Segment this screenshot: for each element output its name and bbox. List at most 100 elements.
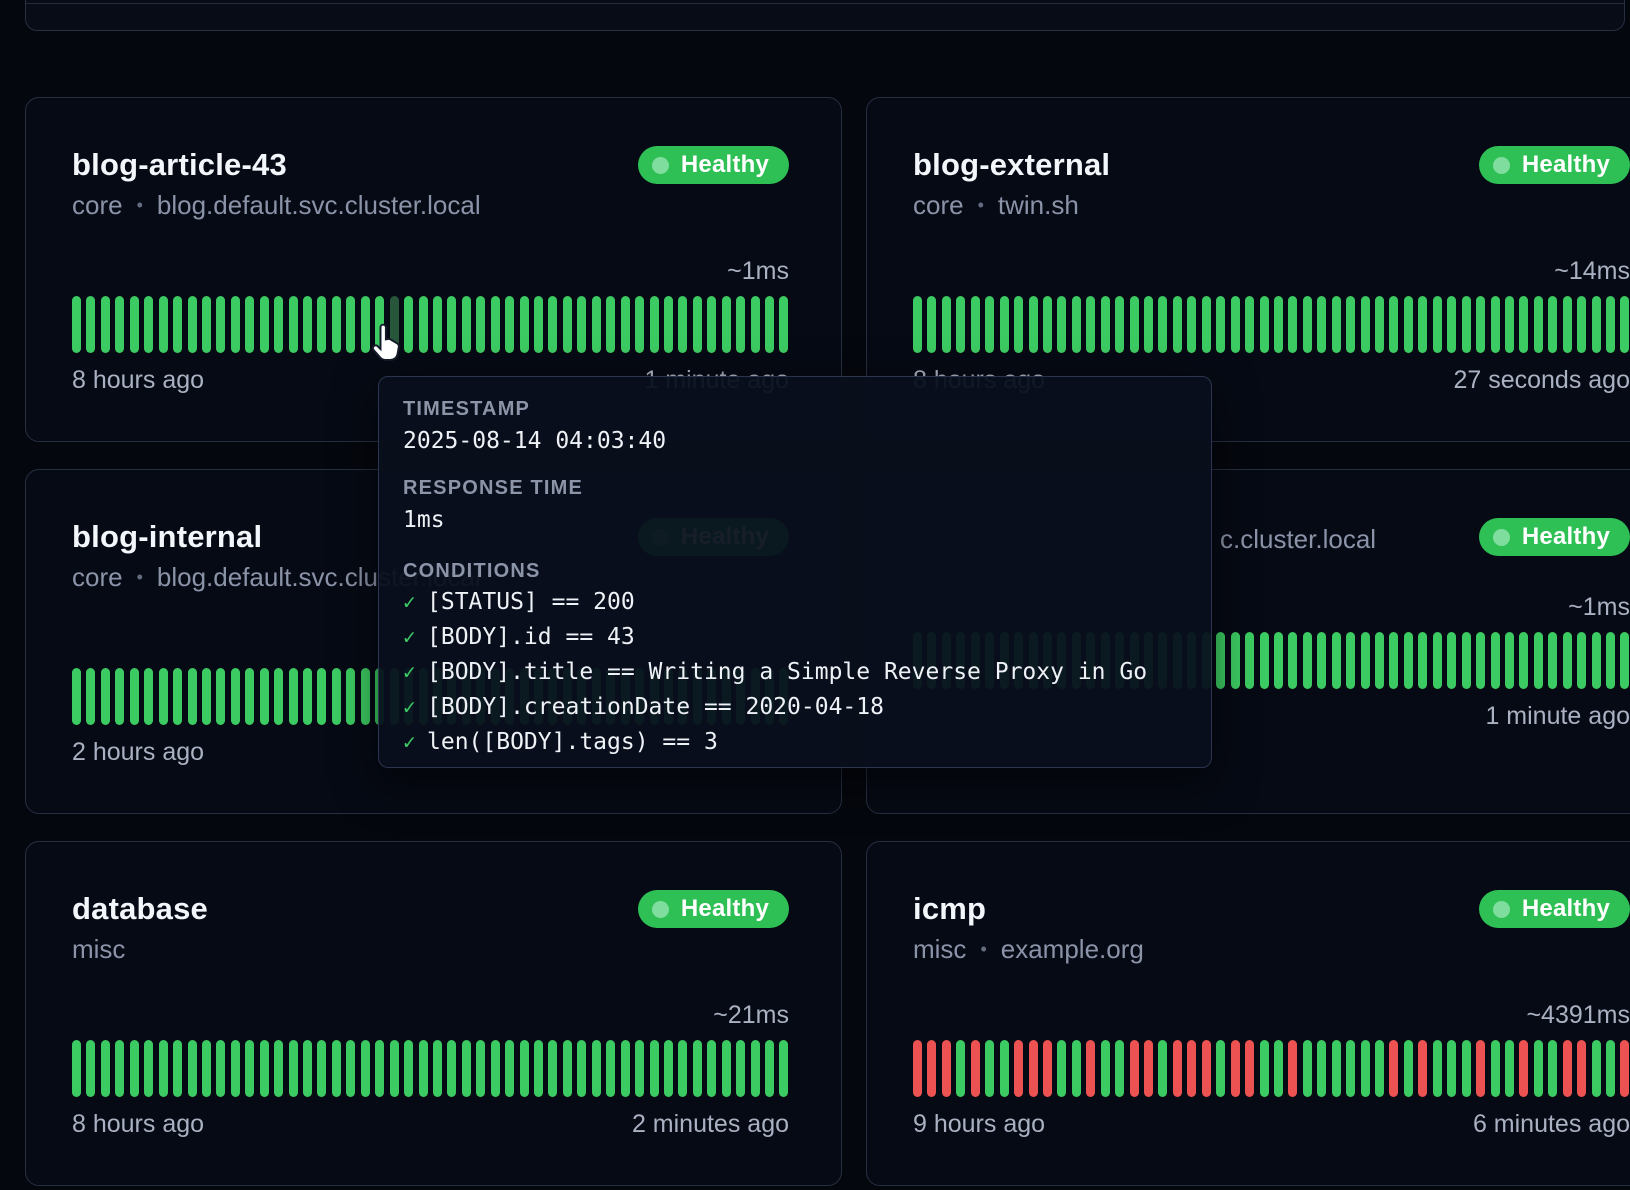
status-bar-down[interactable] (1187, 1040, 1196, 1097)
status-bar-up[interactable] (985, 296, 994, 353)
status-bar-up[interactable] (1389, 632, 1398, 689)
status-bar-up[interactable] (1592, 296, 1601, 353)
status-bar-up[interactable] (1317, 1040, 1326, 1097)
status-bar-down[interactable] (1043, 1040, 1052, 1097)
status-bar-up[interactable] (1389, 296, 1398, 353)
status-bar-up[interactable] (115, 1040, 124, 1097)
status-bar-up[interactable] (216, 1040, 225, 1097)
status-bar-up[interactable] (1361, 632, 1370, 689)
status-bar-up[interactable] (173, 1040, 182, 1097)
status-bar-up[interactable] (1505, 632, 1514, 689)
status-bar-up[interactable] (317, 1040, 326, 1097)
status-bar-up[interactable] (476, 1040, 485, 1097)
status-bar-up[interactable] (332, 1040, 341, 1097)
status-bar-up[interactable] (678, 1040, 687, 1097)
status-bar-up[interactable] (765, 1040, 774, 1097)
status-bar-up[interactable] (375, 1040, 384, 1097)
status-bar-up[interactable] (1534, 296, 1543, 353)
status-bar-up[interactable] (1491, 296, 1500, 353)
status-bar-up[interactable] (86, 668, 95, 725)
status-bar-down[interactable] (942, 1040, 951, 1097)
status-bar-up[interactable] (1375, 1040, 1384, 1097)
status-bar-up[interactable] (1462, 1040, 1471, 1097)
status-bar-up[interactable] (1303, 296, 1312, 353)
status-bar-up[interactable] (274, 668, 283, 725)
status-bar-up[interactable] (1563, 632, 1572, 689)
status-bar-up[interactable] (592, 296, 601, 353)
status-bar-up[interactable] (1260, 296, 1269, 353)
status-bar-down[interactable] (971, 1040, 980, 1097)
status-bar-up[interactable] (231, 296, 240, 353)
status-bar-up[interactable] (1216, 632, 1225, 689)
status-bar-up[interactable] (1476, 296, 1485, 353)
status-bar-up[interactable] (1491, 632, 1500, 689)
status-bar-up[interactable] (1375, 296, 1384, 353)
status-bar-up[interactable] (447, 1040, 456, 1097)
status-bar-up[interactable] (548, 1040, 557, 1097)
status-bar-up[interactable] (985, 1040, 994, 1097)
status-bar-up[interactable] (678, 296, 687, 353)
status-bar-up[interactable] (1491, 1040, 1500, 1097)
status-bar-up[interactable] (971, 296, 980, 353)
status-bar-up[interactable] (216, 668, 225, 725)
status-bar-up[interactable] (1101, 296, 1110, 353)
status-bar-up[interactable] (621, 296, 630, 353)
status-bar-up[interactable] (1548, 296, 1557, 353)
status-bar-up[interactable] (751, 1040, 760, 1097)
status-bar-up[interactable] (115, 296, 124, 353)
status-bar-up[interactable] (1346, 1040, 1355, 1097)
status-bar-down[interactable] (1173, 1040, 1182, 1097)
status-bar-up[interactable] (72, 296, 81, 353)
status-bar-up[interactable] (1447, 296, 1456, 353)
status-bar-up[interactable] (1231, 296, 1240, 353)
status-bar-up[interactable] (606, 296, 615, 353)
status-bar-up[interactable] (1418, 632, 1427, 689)
status-bar-up[interactable] (1260, 1040, 1269, 1097)
status-bar-up[interactable] (144, 296, 153, 353)
status-bar-up[interactable] (491, 1040, 500, 1097)
status-bar-up[interactable] (1548, 1040, 1557, 1097)
status-bar-up[interactable] (1144, 296, 1153, 353)
status-bar-up[interactable] (433, 1040, 442, 1097)
status-bar-down[interactable] (1288, 1040, 1297, 1097)
status-bar-up[interactable] (1563, 296, 1572, 353)
status-bar-down[interactable] (1245, 1040, 1254, 1097)
status-bar-up[interactable] (693, 1040, 702, 1097)
status-bar-up[interactable] (664, 296, 673, 353)
status-bar-down[interactable] (1144, 1040, 1153, 1097)
status-bar-up[interactable] (1433, 296, 1442, 353)
status-bar-up[interactable] (693, 296, 702, 353)
status-bar-down[interactable] (1563, 1040, 1572, 1097)
status-bar-up[interactable] (1346, 632, 1355, 689)
status-bar-up[interactable] (1418, 296, 1427, 353)
status-bar-up[interactable] (1433, 632, 1442, 689)
status-bar-up[interactable] (520, 1040, 529, 1097)
status-bar-up[interactable] (736, 1040, 745, 1097)
status-bar-up[interactable] (751, 296, 760, 353)
status-bar-up[interactable] (260, 1040, 269, 1097)
endpoint-card[interactable]: databasemiscHealthy~21ms8 hours ago2 min… (25, 841, 842, 1186)
status-bar-up[interactable] (927, 296, 936, 353)
status-bar-up[interactable] (505, 1040, 514, 1097)
status-bar-up[interactable] (491, 296, 500, 353)
status-bar-up[interactable] (361, 668, 370, 725)
status-bar-up[interactable] (1476, 632, 1485, 689)
status-bar-up[interactable] (1130, 296, 1139, 353)
status-bar-up[interactable] (101, 1040, 110, 1097)
status-bar-up[interactable] (159, 668, 168, 725)
status-bar-up[interactable] (534, 1040, 543, 1097)
status-bar-up[interactable] (1317, 632, 1326, 689)
status-bar-up[interactable] (1447, 632, 1456, 689)
status-bar-up[interactable] (216, 296, 225, 353)
status-bar-up[interactable] (1072, 296, 1081, 353)
status-bar-up[interactable] (346, 1040, 355, 1097)
status-bar-up[interactable] (245, 1040, 254, 1097)
status-bar-up[interactable] (505, 296, 514, 353)
status-bar-up[interactable] (1346, 296, 1355, 353)
status-bar-up[interactable] (72, 668, 81, 725)
status-bar-up[interactable] (419, 296, 428, 353)
status-bar-up[interactable] (130, 296, 139, 353)
status-bar-up[interactable] (289, 668, 298, 725)
status-bar-up[interactable] (202, 296, 211, 353)
status-bar-up[interactable] (72, 1040, 81, 1097)
